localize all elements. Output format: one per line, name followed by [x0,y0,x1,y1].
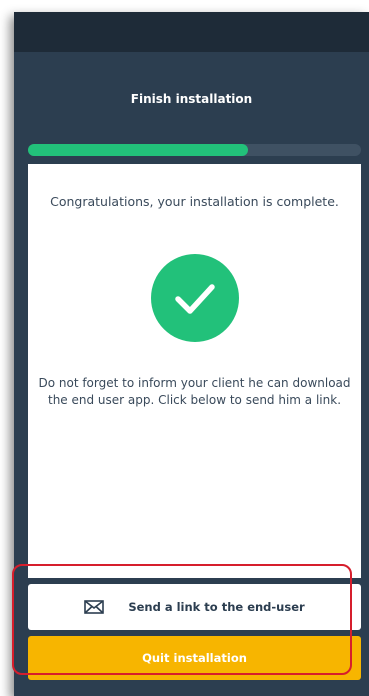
reminder-message: Do not forget to inform your client he c… [38,376,351,407]
status-bar [14,12,369,52]
content-card: Congratulations, your installation is co… [28,164,361,578]
actions-highlight-box [12,564,352,675]
page-title: Finish installation [130,92,253,106]
progress-bar-fill [28,144,248,156]
check-circle-icon [151,254,239,342]
congrats-message: Congratulations, your installation is co… [50,194,339,209]
progress-bar [28,144,361,156]
